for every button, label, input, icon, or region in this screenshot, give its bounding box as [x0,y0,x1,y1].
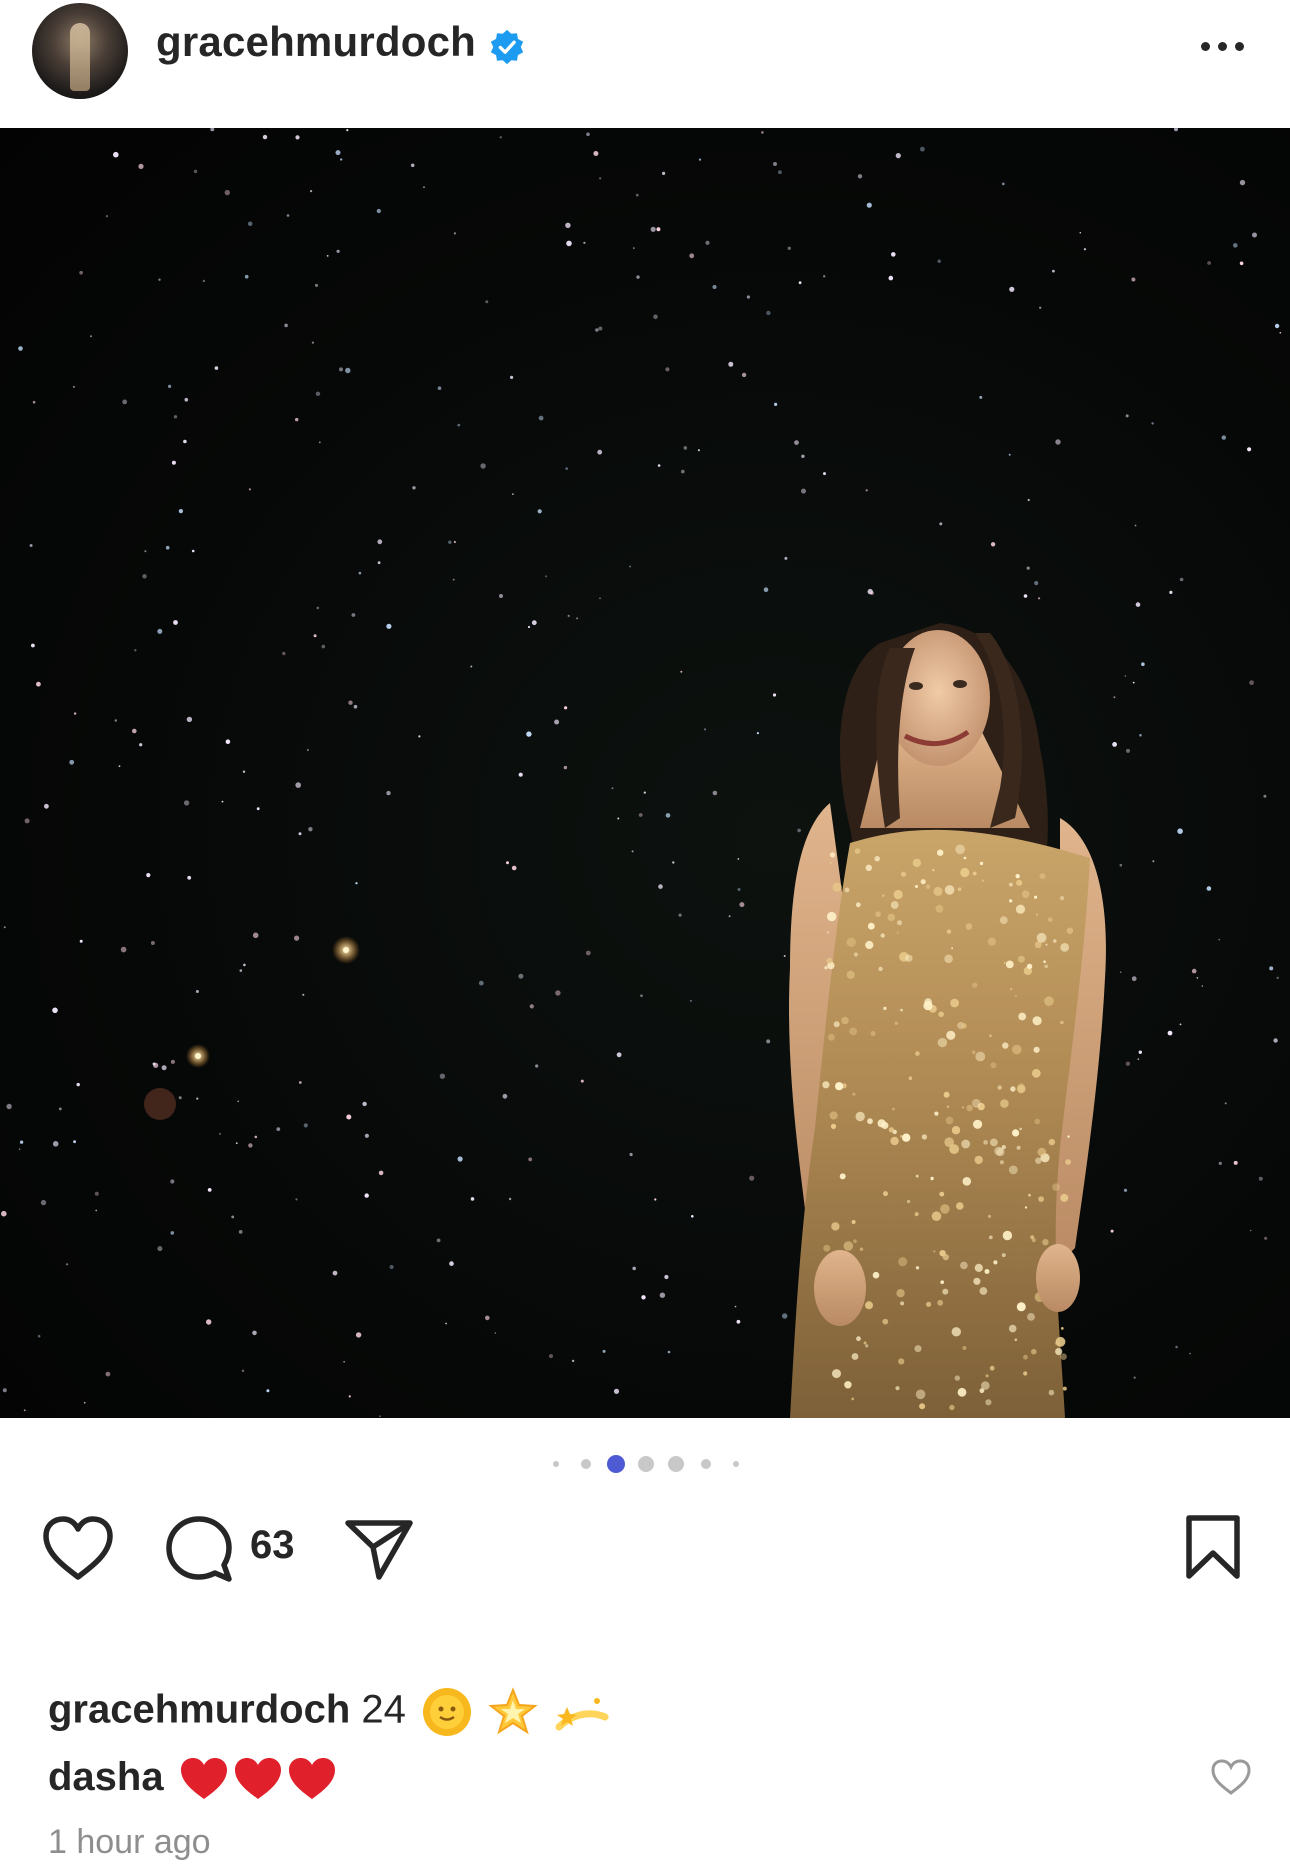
carousel-dot [701,1459,711,1469]
carousel-dot [607,1455,625,1473]
dizzy-icon [555,1698,609,1731]
comment-hearts [175,1755,337,1800]
carousel-dot [733,1461,739,1467]
profile-avatar[interactable] [32,3,128,99]
glowing-star-icon [488,1687,538,1735]
avatar-figure [70,23,90,91]
post-photo[interactable] [0,128,1290,1418]
post-caption: gracehmurdoch 24 [48,1686,609,1738]
photo-scene [1,128,1282,1418]
more-options-icon[interactable] [1198,30,1248,60]
sun-with-face-icon [423,1688,472,1736]
carousel-dot [581,1459,591,1469]
caption-username[interactable]: gracehmurdoch [48,1688,350,1732]
verified-badge-icon [490,29,524,65]
comment-bubble-icon[interactable] [164,1513,234,1583]
red-heart-icon [288,1758,335,1800]
carousel-dot [553,1461,559,1467]
post-timestamp: 1 hour ago [48,1823,211,1861]
comment-row: dasha [48,1755,337,1802]
bookmark-save-icon[interactable] [1184,1513,1242,1581]
comment-count: 63 [250,1523,295,1567]
post-header: gracehmurdoch [0,0,1290,128]
carousel-dot [638,1456,654,1472]
person-figure [789,623,1106,1418]
carousel-indicator [0,1452,1290,1476]
comment-username[interactable]: dasha [48,1755,164,1799]
comment-like-heart-icon[interactable] [1210,1758,1252,1796]
share-paper-plane-icon[interactable] [344,1517,414,1581]
caption-text: 24 [361,1687,406,1732]
red-heart-icon [180,1758,227,1800]
like-heart-icon[interactable] [42,1515,114,1581]
star-lights [1,128,1282,1417]
post-author-username[interactable]: gracehmurdoch [156,18,476,66]
carousel-dot [668,1456,684,1472]
post-action-bar: 63 [0,1505,1290,1585]
red-heart-icon [234,1758,281,1800]
